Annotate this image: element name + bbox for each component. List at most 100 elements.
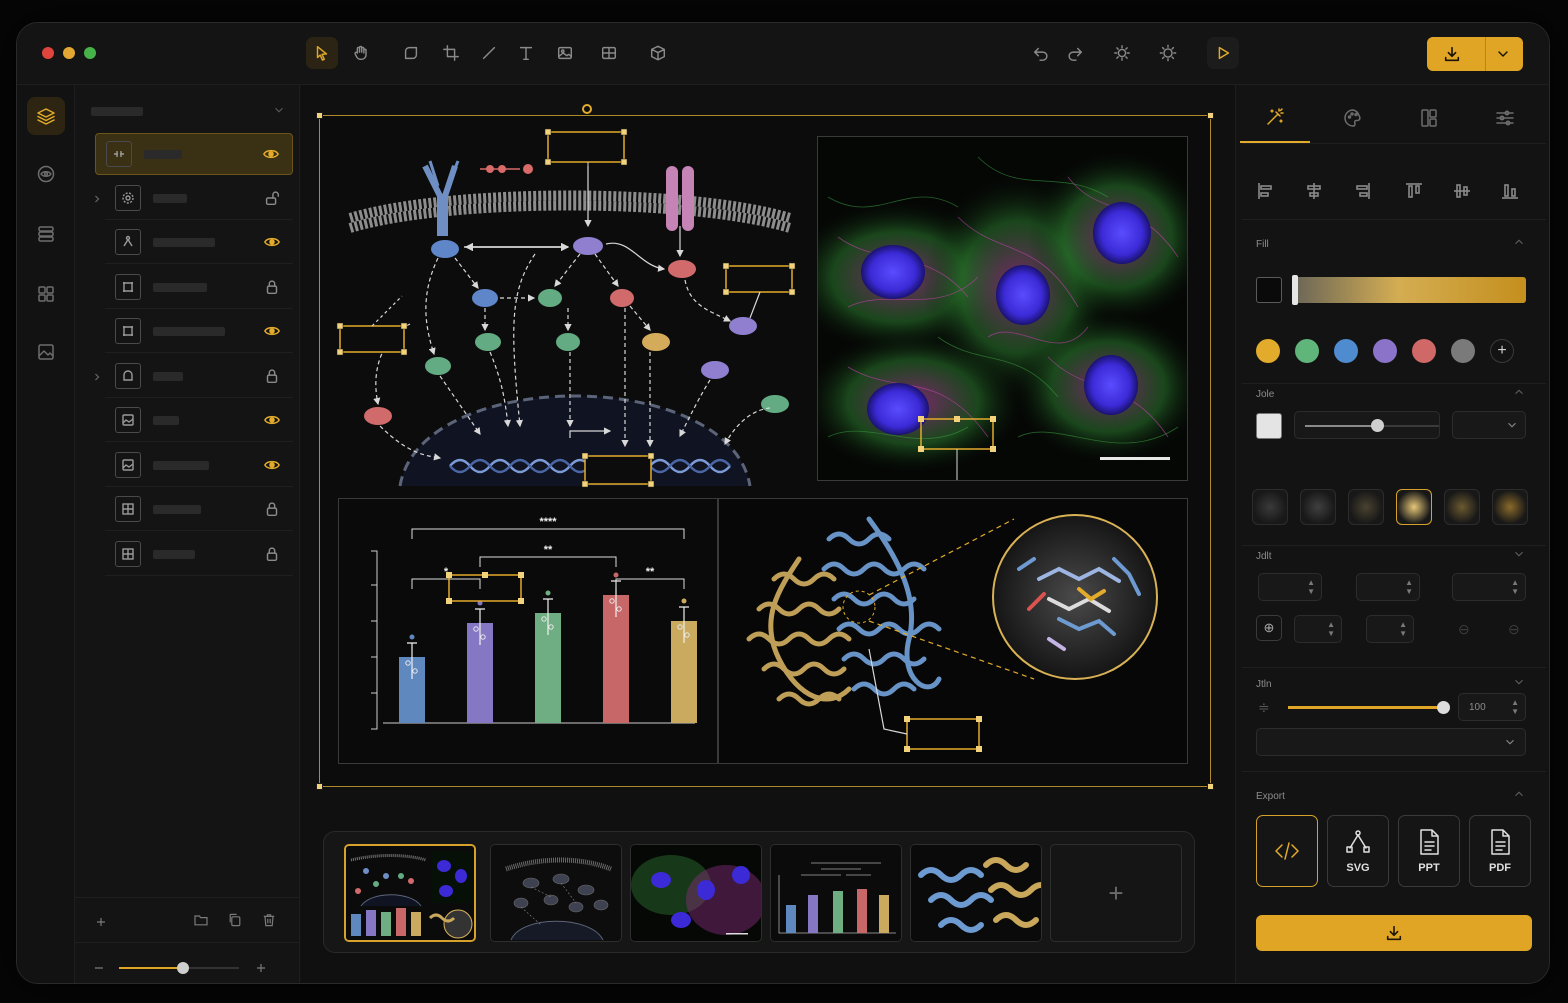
chevron-up-icon[interactable] (1512, 235, 1526, 254)
lock-icon[interactable] (263, 545, 283, 565)
x-position-field[interactable]: ▲ ▼ (1258, 573, 1322, 601)
align-middle-vertical-icon[interactable] (1452, 181, 1474, 203)
color-swatch[interactable] (1373, 339, 1397, 363)
zoom-in-icon[interactable] (253, 960, 269, 981)
rotation-icon[interactable]: ⊕ (1256, 615, 1282, 641)
gradient-stop-handle[interactable] (1292, 275, 1298, 305)
resize-handle[interactable] (1207, 783, 1214, 790)
stroke-color-swatch[interactable] (1256, 413, 1282, 439)
database-icon[interactable] (27, 215, 65, 253)
fluorescence-microscopy-image[interactable] (817, 136, 1188, 481)
color-swatch[interactable] (1256, 339, 1280, 363)
trash-icon[interactable] (261, 912, 277, 933)
page-thumbnail-1[interactable] (344, 844, 476, 942)
flip-vertical-icon[interactable]: ⊖ (1508, 621, 1520, 638)
gradient-bar[interactable] (1292, 275, 1526, 305)
resize-handle[interactable] (316, 112, 323, 119)
hand-tool-icon[interactable] (345, 37, 377, 69)
width-field[interactable]: ▲ ▼ (1452, 573, 1526, 601)
play-present-button[interactable] (1207, 37, 1239, 69)
zoom-out-icon[interactable] (91, 960, 107, 981)
layer-row[interactable] (95, 133, 293, 175)
layer-row[interactable] (105, 445, 293, 487)
shape-tool-icon[interactable] (395, 37, 427, 69)
page-thumbnail-4[interactable] (770, 844, 902, 942)
align-center-horizontal-icon[interactable] (1304, 181, 1326, 203)
palette-icon[interactable] (1318, 93, 1388, 143)
flip-horizontal-icon[interactable]: ⊖ (1458, 621, 1470, 638)
align-top-icon[interactable] (1404, 181, 1426, 203)
export-ppt-button[interactable]: PPT (1398, 815, 1460, 887)
layer-row[interactable] (105, 311, 293, 353)
export-code-button[interactable] (1256, 815, 1318, 887)
unlock-icon[interactable] (263, 189, 283, 209)
export-pdf-button[interactable]: PDF (1469, 815, 1531, 887)
align-left-icon[interactable] (1256, 181, 1278, 203)
3d-object-icon[interactable] (642, 37, 674, 69)
crop-tool-icon[interactable] (435, 37, 467, 69)
scatter-effect-icon[interactable] (1106, 37, 1138, 69)
eye-icon[interactable] (263, 411, 283, 431)
adjustments-icon[interactable] (1470, 93, 1540, 143)
text-tool-icon[interactable] (510, 37, 542, 69)
layout-icon[interactable] (1394, 93, 1464, 143)
chevron-up-icon[interactable] (1512, 385, 1526, 404)
folder-icon[interactable] (193, 912, 209, 933)
add-layer-icon[interactable] (93, 914, 109, 935)
bar-chart-panel[interactable]: ********* (338, 498, 718, 764)
lock-icon[interactable] (263, 278, 283, 298)
resize-handle[interactable] (316, 783, 323, 790)
chevron-down-icon[interactable] (1512, 675, 1526, 694)
magic-wand-icon[interactable] (1240, 93, 1310, 143)
add-color-button[interactable]: + (1490, 339, 1514, 363)
color-swatch[interactable] (1451, 339, 1475, 363)
minimize-window-button[interactable] (63, 47, 75, 59)
layer-row[interactable] (95, 356, 293, 398)
add-page-button[interactable]: + (1050, 844, 1182, 942)
chevron-down-icon[interactable] (272, 103, 286, 122)
slider-thumb[interactable] (1437, 701, 1450, 714)
layers-icon[interactable] (27, 97, 65, 135)
chevron-right-icon[interactable] (91, 370, 103, 388)
image-library-icon[interactable] (27, 333, 65, 371)
eye-icon[interactable] (263, 456, 283, 476)
protein-structure-panel[interactable] (718, 498, 1188, 764)
lock-icon[interactable] (263, 367, 283, 387)
chevron-right-icon[interactable] (91, 192, 103, 210)
shadow-preset[interactable] (1396, 489, 1432, 525)
blend-mode-select[interactable] (1256, 728, 1526, 756)
shadow-preset[interactable] (1252, 489, 1288, 525)
align-right-icon[interactable] (1352, 181, 1374, 203)
close-window-button[interactable] (42, 47, 54, 59)
lock-icon[interactable] (263, 500, 283, 520)
rotate-handle[interactable] (582, 104, 592, 114)
layer-row[interactable] (105, 267, 293, 309)
zoom-slider-thumb[interactable] (177, 962, 189, 974)
brightness-icon[interactable] (1152, 37, 1184, 69)
shadow-preset[interactable] (1492, 489, 1528, 525)
redo-icon[interactable] (1059, 37, 1091, 69)
layer-row[interactable] (105, 489, 293, 531)
opacity-slider[interactable] (1288, 701, 1450, 714)
duplicate-icon[interactable] (227, 912, 243, 933)
maximize-window-button[interactable] (84, 47, 96, 59)
components-grid-icon[interactable] (27, 275, 65, 313)
export-dropdown-button[interactable] (1427, 37, 1523, 71)
layer-row[interactable] (105, 400, 293, 442)
slider-thumb[interactable] (1371, 419, 1384, 432)
undo-icon[interactable] (1025, 37, 1057, 69)
stroke-style-select[interactable] (1452, 411, 1526, 439)
shadow-preset[interactable] (1348, 489, 1384, 525)
zoom-slider-track[interactable] (119, 962, 239, 974)
page-thumbnail-2[interactable] (490, 844, 622, 942)
chevron-up-icon[interactable] (1512, 787, 1526, 806)
stroke-width-slider[interactable] (1294, 411, 1440, 439)
export-svg-button[interactable]: SVG (1327, 815, 1389, 887)
eye-icon[interactable] (263, 233, 283, 253)
download-button[interactable] (1256, 915, 1532, 951)
layer-row[interactable] (105, 534, 293, 576)
resize-handle[interactable] (1207, 112, 1214, 119)
page-thumbnail-5[interactable] (910, 844, 1042, 942)
eye-icon[interactable] (263, 322, 283, 342)
layer-row[interactable] (95, 178, 293, 220)
